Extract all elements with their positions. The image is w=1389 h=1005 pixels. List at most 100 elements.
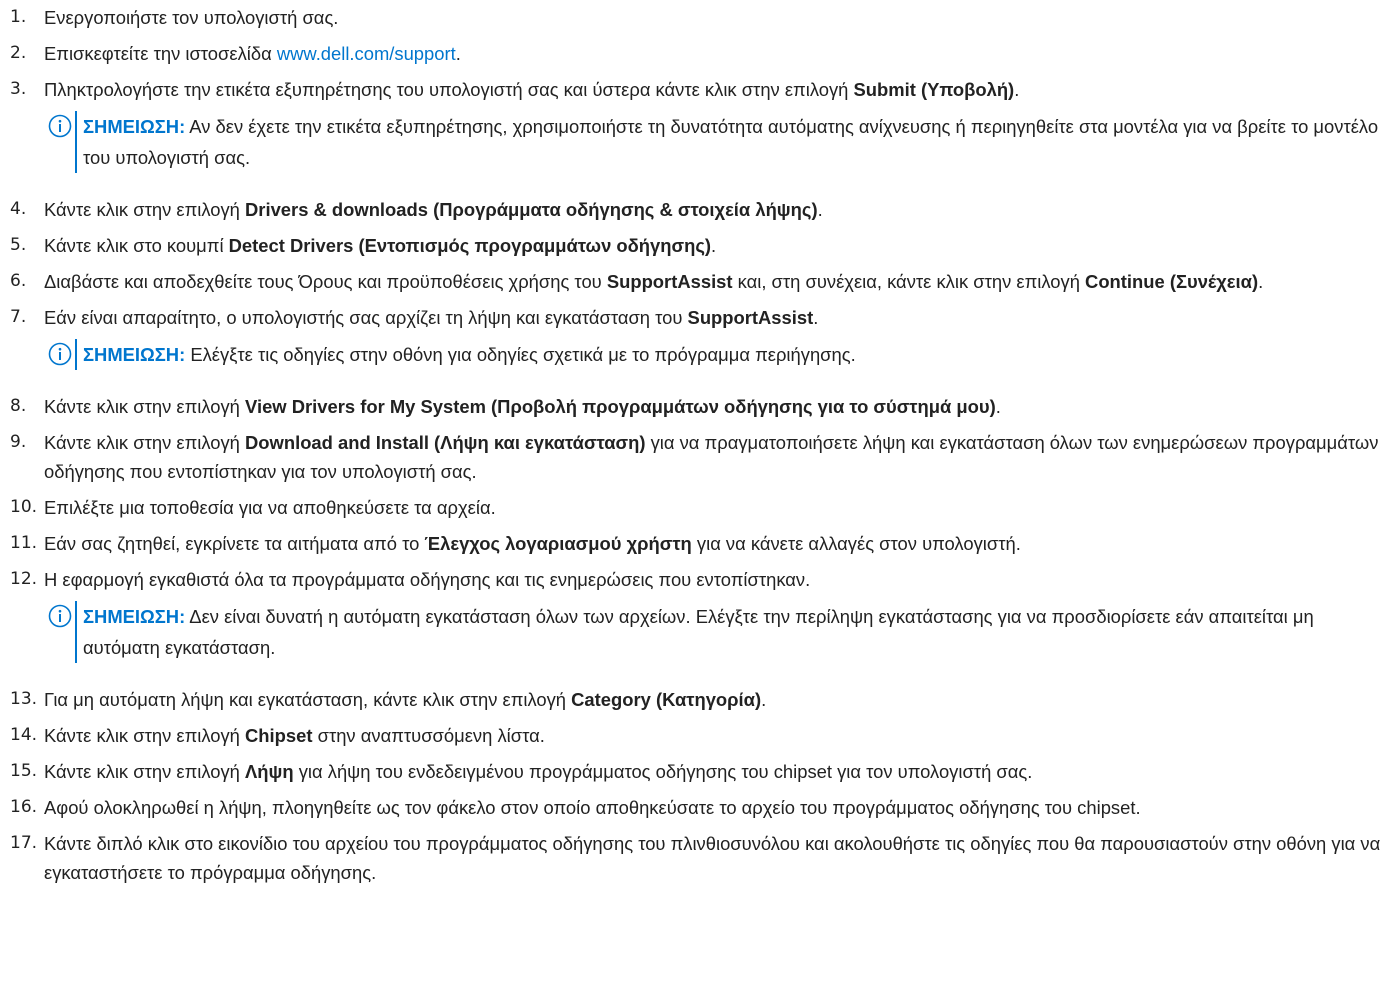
step-item: 16. Αφού ολοκληρωθεί η λήψη, πλοηγηθείτε …	[0, 793, 1389, 822]
step-item: 10. Επιλέξτε μια τοποθεσία για να αποθηκε…	[0, 493, 1389, 522]
step-text: Επισκεφτείτε την ιστοσελίδα www.dell.com…	[44, 39, 1384, 68]
step-text-segment: .	[1014, 79, 1020, 100]
step-number: 3.	[10, 79, 27, 99]
step-text-segment: .	[817, 199, 823, 220]
step-text-segment: .	[761, 689, 767, 710]
step-number: 17.	[10, 833, 38, 853]
step-text-segment: Επιλέξτε μια τοποθεσία για να αποθηκεύσε…	[44, 497, 496, 518]
step-text-segment: Εάν σας ζητηθεί, εγκρίνετε τα αιτήματα α…	[44, 533, 425, 554]
step-item: 17. Κάντε διπλό κλικ στο εικονίδιο του αρ…	[0, 829, 1389, 887]
step-text-segment: Κάντε κλικ στην επιλογή	[44, 725, 246, 746]
step-text-segment: Κάντε κλικ στην επιλογή	[44, 396, 246, 417]
step-text: Εάν σας ζητηθεί, εγκρίνετε τα αιτήματα α…	[44, 529, 1384, 558]
step-number: 14.	[10, 725, 38, 745]
step-text: Διαβάστε και αποδεχθείτε τους Όρους και …	[44, 267, 1384, 296]
step-number: 13.	[10, 689, 38, 709]
step-number: 9.	[10, 432, 27, 452]
ui-term: Submit (Υποβολή)	[853, 79, 1015, 100]
step-item: 1. Ενεργοποιήστε τον υπολογιστή σας.	[0, 3, 1389, 32]
ui-term: Continue (Συνέχεια)	[1085, 271, 1259, 292]
note-content: Αν δεν έχετε την ετικέτα εξυπηρέτησης, χ…	[83, 116, 1379, 168]
step-row: 13. Για μη αυτόματη λήψη και εγκατάσταση,…	[0, 685, 1389, 714]
step-text: Επιλέξτε μια τοποθεσία για να αποθηκεύσε…	[44, 493, 1384, 522]
step-text: Κάντε κλικ στην επιλογή View Drivers for…	[44, 392, 1384, 421]
step-text: Για μη αυτόματη λήψη και εγκατάσταση, κά…	[44, 685, 1384, 714]
info-icon	[48, 114, 72, 138]
step-text-segment: για λήψη του ενδεδειγμένου προγράμματος …	[293, 761, 1033, 782]
step-item: 11. Εάν σας ζητηθεί, εγκρίνετε τα αιτήματ…	[0, 529, 1389, 558]
step-text-segment: .	[711, 235, 717, 256]
step-item: 15. Κάντε κλικ στην επιλογή Λήψη για λήψη…	[0, 757, 1389, 786]
step-text-segment: στην αναπτυσσόμενη λίστα.	[312, 725, 545, 746]
step-text: Κάντε διπλό κλικ στο εικονίδιο του αρχεί…	[44, 829, 1384, 887]
step-row: 14. Κάντε κλικ στην επιλογή Chipset στην …	[0, 721, 1389, 750]
step-text-segment: .	[813, 307, 819, 328]
step-text: Πληκτρολογήστε την ετικέτα εξυπηρέτησης …	[44, 75, 1384, 104]
step-text-segment: Για μη αυτόματη λήψη και εγκατάσταση, κά…	[44, 689, 572, 710]
note-box: ΣΗΜΕΙΩΣΗ: Ελέγξτε τις οδηγίες στην οθόνη…	[47, 339, 1389, 370]
step-number: 1.	[10, 7, 27, 27]
ui-term: View Drivers for My System (Προβολή προγ…	[245, 396, 996, 417]
step-number: 4.	[10, 199, 27, 219]
step-text-segment: και, στη συνέχεια, κάντε κλικ στην επιλο…	[732, 271, 1086, 292]
note-content: Δεν είναι δυνατή η αυτόματη εγκατάσταση …	[83, 606, 1314, 658]
ui-term: Download and Install (Λήψη και εγκατάστα…	[245, 432, 646, 453]
instruction-list: 1. Ενεργοποιήστε τον υπολογιστή σας. 2. Επι…	[0, 3, 1389, 887]
step-text-segment: Αφού ολοκληρωθεί η λήψη, πλοηγηθείτε ως …	[44, 797, 1141, 818]
ui-term: Drivers & downloads (Προγράμματα οδήγηση…	[245, 199, 818, 220]
step-row: 10. Επιλέξτε μια τοποθεσία για να αποθηκε…	[0, 493, 1389, 522]
step-item: 8. Κάντε κλικ στην επιλογή View Drivers f…	[0, 392, 1389, 421]
info-icon	[48, 342, 72, 366]
note-label: ΣΗΜΕΙΩΣΗ:	[83, 344, 186, 365]
support-link[interactable]: www.dell.com/support	[277, 43, 456, 64]
step-row: 8. Κάντε κλικ στην επιλογή View Drivers f…	[0, 392, 1389, 421]
step-text: Κάντε κλικ στην επιλογή Drivers & downlo…	[44, 195, 1384, 224]
note-box: ΣΗΜΕΙΩΣΗ: Δεν είναι δυνατή η αυτόματη εγ…	[47, 601, 1389, 663]
step-row: 17. Κάντε διπλό κλικ στο εικονίδιο του αρ…	[0, 829, 1389, 887]
ui-term: Έλεγχος λογαριασμού χρήστη	[424, 533, 692, 554]
ui-term: Category (Κατηγορία)	[571, 689, 762, 710]
ui-term: Chipset	[245, 725, 313, 746]
step-item: 13. Για μη αυτόματη λήψη και εγκατάσταση,…	[0, 685, 1389, 714]
step-item: 7. Εάν είναι απαραίτητο, ο υπολογιστής σα…	[0, 303, 1389, 370]
note-label: ΣΗΜΕΙΩΣΗ:	[83, 116, 186, 137]
note-text: ΣΗΜΕΙΩΣΗ: Αν δεν έχετε την ετικέτα εξυπη…	[75, 111, 1383, 173]
step-row: 1. Ενεργοποιήστε τον υπολογιστή σας.	[0, 3, 1389, 32]
step-number: 6.	[10, 271, 27, 291]
step-text-segment: Κάντε κλικ στο κουμπί	[44, 235, 229, 256]
step-row: 7. Εάν είναι απαραίτητο, ο υπολογιστής σα…	[0, 303, 1389, 332]
step-item: 9. Κάντε κλικ στην επιλογή Download and I…	[0, 428, 1389, 486]
step-number: 16.	[10, 797, 38, 817]
step-text-segment: Κάντε κλικ στην επιλογή	[44, 432, 246, 453]
step-text-segment: .	[455, 43, 461, 64]
step-row: 5. Κάντε κλικ στο κουμπί Detect Drivers (…	[0, 231, 1389, 260]
step-number: 12.	[10, 569, 38, 589]
step-text: Κάντε κλικ στην επιλογή Λήψη για λήψη το…	[44, 757, 1384, 786]
step-text: Αφού ολοκληρωθεί η λήψη, πλοηγηθείτε ως …	[44, 793, 1384, 822]
step-text: Κάντε κλικ στην επιλογή Download and Ins…	[44, 428, 1384, 486]
step-text-segment: Κάντε κλικ στην επιλογή	[44, 199, 246, 220]
step-number: 2.	[10, 43, 27, 63]
step-text: Κάντε κλικ στο κουμπί Detect Drivers (Εν…	[44, 231, 1384, 260]
document-body: 1. Ενεργοποιήστε τον υπολογιστή σας. 2. Επι…	[0, 0, 1389, 887]
note-label: ΣΗΜΕΙΩΣΗ:	[83, 606, 186, 627]
step-row: 16. Αφού ολοκληρωθεί η λήψη, πλοηγηθείτε …	[0, 793, 1389, 822]
step-number: 5.	[10, 235, 27, 255]
step-text-segment: Κάντε κλικ στην επιλογή	[44, 761, 246, 782]
step-row: 11. Εάν σας ζητηθεί, εγκρίνετε τα αιτήματ…	[0, 529, 1389, 558]
note-content: Ελέγξτε τις οδηγίες στην οθόνη για οδηγί…	[185, 344, 856, 365]
step-text-segment: .	[1258, 271, 1264, 292]
step-text-segment: Ενεργοποιήστε τον υπολογιστή σας.	[44, 7, 339, 28]
step-row: 15. Κάντε κλικ στην επιλογή Λήψη για λήψη…	[0, 757, 1389, 786]
step-row: 9. Κάντε κλικ στην επιλογή Download and I…	[0, 428, 1389, 486]
ui-term: Detect Drivers (Εντοπισμός προγραμμάτων …	[228, 235, 712, 256]
step-text: Ενεργοποιήστε τον υπολογιστή σας.	[44, 3, 1384, 32]
step-text-segment: για να κάνετε αλλαγές στον υπολογιστή.	[691, 533, 1021, 554]
step-text-segment: .	[995, 396, 1001, 417]
step-number: 11.	[10, 533, 38, 553]
step-text-segment: Η εφαρμογή εγκαθιστά όλα τα προγράμματα …	[44, 569, 811, 590]
step-row: 3. Πληκτρολογήστε την ετικέτα εξυπηρέτηση…	[0, 75, 1389, 104]
step-text-segment: Κάντε διπλό κλικ στο εικονίδιο του αρχεί…	[44, 833, 1381, 883]
ui-term: SupportAssist	[687, 307, 814, 328]
step-text: Εάν είναι απαραίτητο, ο υπολογιστής σας …	[44, 303, 1384, 332]
